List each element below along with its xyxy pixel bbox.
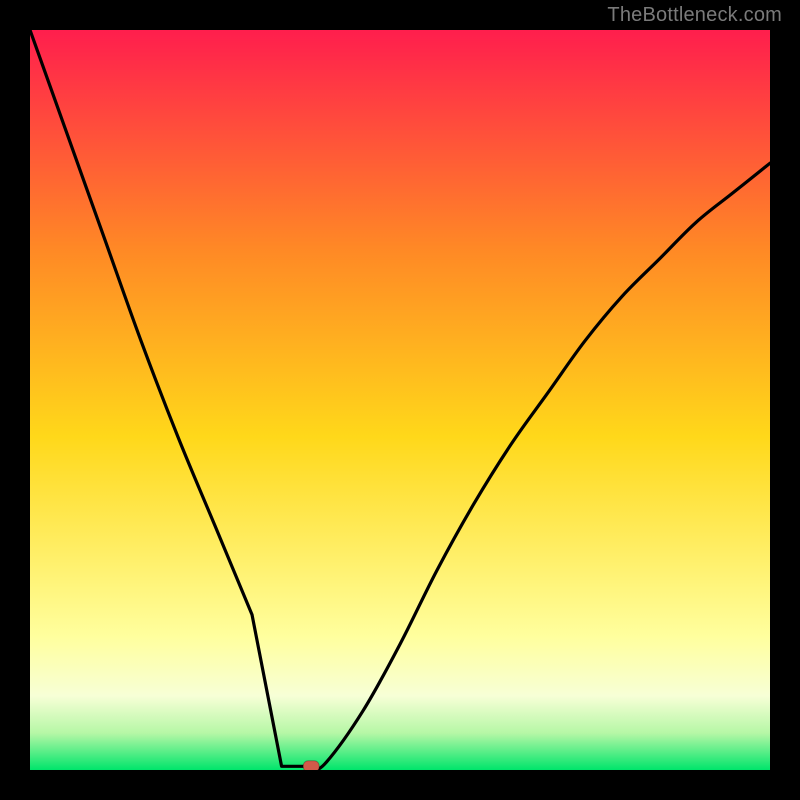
chart-frame: TheBottleneck.com bbox=[0, 0, 800, 800]
gradient-background bbox=[30, 30, 770, 770]
watermark-text: TheBottleneck.com bbox=[607, 4, 782, 27]
optimum-marker bbox=[303, 761, 319, 770]
bottleneck-chart bbox=[30, 30, 770, 770]
plot-area bbox=[30, 30, 770, 770]
